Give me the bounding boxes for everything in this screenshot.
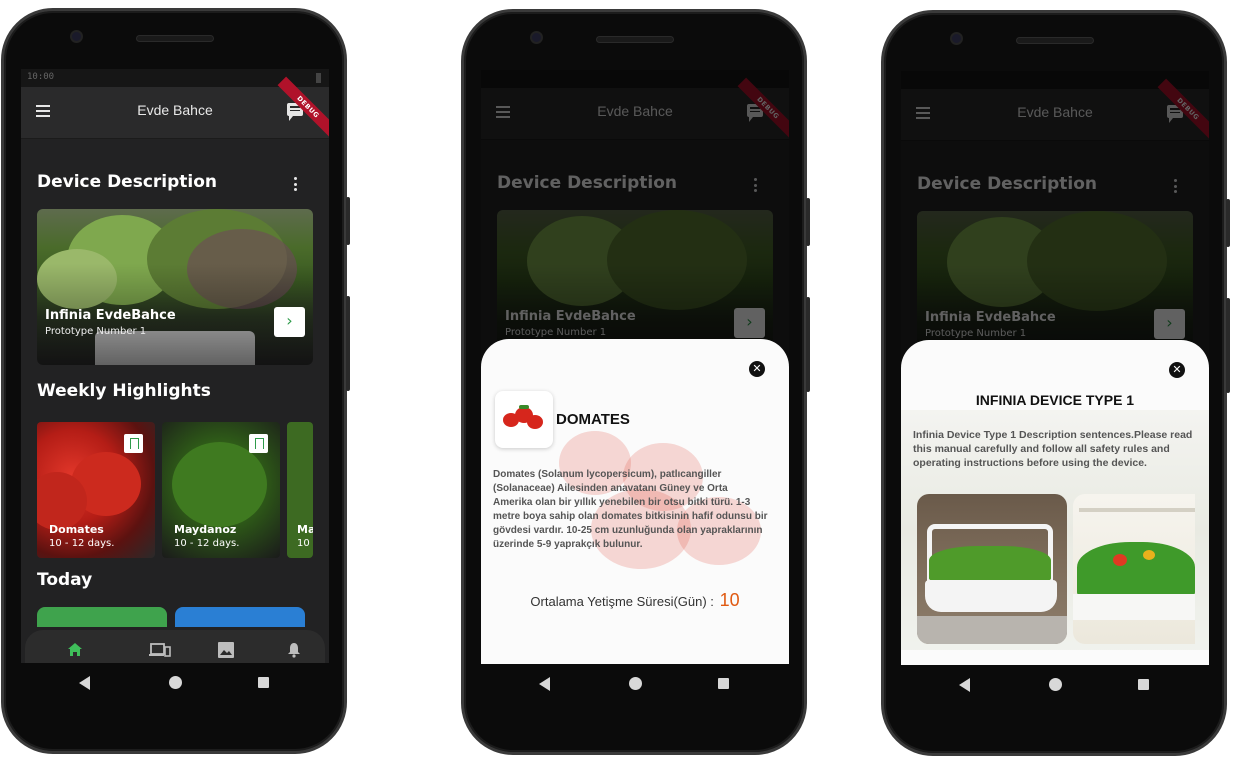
home-screen: 10:00 Evde Bahce DEBUG Device Descriptio…: [21, 69, 329, 663]
home-circle-icon[interactable]: [1049, 678, 1062, 691]
close-icon[interactable]: ✕: [1169, 362, 1185, 378]
highlight-card[interactable]: Maydanoz 10 - 12 days.: [162, 422, 280, 558]
recents-icon[interactable]: [718, 678, 729, 689]
device-description-heading: Device Description: [37, 172, 218, 192]
today-card-green[interactable]: [37, 607, 167, 627]
bookmark-icon[interactable]: [249, 434, 268, 453]
power-button: [806, 198, 810, 246]
recents-icon[interactable]: [258, 677, 269, 688]
highlight-card[interactable]: Domates 10 - 12 days.: [37, 422, 155, 558]
front-camera: [70, 30, 83, 43]
avg-growth-value: 10: [719, 590, 740, 610]
plant-title: DOMATES: [556, 411, 630, 428]
front-camera: [530, 31, 543, 44]
android-nav-bar: [901, 665, 1209, 711]
phone-device-detail: Evde Bahce DEBUG Device Description Infi…: [881, 10, 1230, 756]
tomato-thumbnail: [495, 391, 553, 448]
earpiece: [1016, 37, 1094, 44]
recents-icon[interactable]: [1138, 679, 1149, 690]
close-icon[interactable]: ✕: [749, 361, 765, 377]
front-camera: [950, 32, 963, 45]
device-type-description: Infinia Device Type 1 Description senten…: [913, 429, 1193, 469]
avg-growth-row: Ortalama Yetişme Süresi(Gün) : 10: [481, 590, 789, 611]
device-photo[interactable]: [917, 494, 1067, 644]
status-time: 10:00: [27, 72, 55, 82]
highlight-name: Maydanoz: [174, 523, 237, 536]
phone-home: 10:00 Evde Bahce DEBUG Device Descriptio…: [1, 8, 350, 754]
power-button: [1226, 199, 1230, 247]
weekly-highlights-heading: Weekly Highlights: [37, 381, 211, 401]
highlight-card[interactable]: Ma 10: [287, 422, 313, 558]
app-bar: Evde Bahce DEBUG: [21, 76, 329, 139]
plant-detail-screen: Evde Bahce DEBUG Device Description Infi…: [481, 70, 789, 664]
earpiece: [136, 35, 214, 42]
device-name: Infinia EvdeBahce: [45, 308, 176, 323]
device-hero-card[interactable]: Infinia EvdeBahce Prototype Number 1 ›: [37, 209, 313, 365]
volume-button: [1226, 298, 1230, 393]
battery-icon: [316, 73, 321, 83]
back-icon[interactable]: [79, 676, 90, 690]
hero-shade: [37, 209, 313, 365]
highlight-name: Ma: [297, 523, 313, 536]
app-title: Evde Bahce: [137, 102, 213, 118]
home-circle-icon[interactable]: [169, 676, 182, 689]
highlight-days: 10 - 12 days.: [174, 538, 240, 549]
highlight-days: 10: [297, 538, 310, 549]
home-icon[interactable]: [67, 642, 83, 663]
volume-button: [346, 296, 350, 391]
device-detail-screen: Evde Bahce DEBUG Device Description Infi…: [901, 71, 1209, 665]
android-nav-bar: [21, 663, 329, 709]
bottom-navigation: [25, 630, 325, 663]
image-icon[interactable]: [218, 642, 234, 662]
highlight-name: Domates: [49, 523, 104, 536]
bookmark-icon[interactable]: [124, 434, 143, 453]
device-photo[interactable]: [1073, 494, 1195, 644]
device-type-title: INFINIA DEVICE TYPE 1: [975, 392, 1135, 408]
today-heading: Today: [37, 570, 93, 590]
device-subtitle: Prototype Number 1: [45, 326, 147, 337]
home-circle-icon[interactable]: [629, 677, 642, 690]
android-nav-bar: [481, 664, 789, 710]
more-options-icon[interactable]: [294, 177, 297, 194]
bell-icon[interactable]: [287, 642, 301, 662]
parsley-shape: [172, 442, 267, 527]
plant-bottom-sheet: ✕ DOMATES Domates (Solanum lycopersicum)…: [481, 339, 789, 664]
back-icon[interactable]: [539, 677, 550, 691]
avg-growth-label: Ortalama Yetişme Süresi(Gün) :: [530, 594, 714, 609]
volume-button: [806, 297, 810, 392]
chevron-right-icon[interactable]: ›: [274, 307, 305, 337]
highlight-days: 10 - 12 days.: [49, 538, 115, 549]
phone-plant-detail: Evde Bahce DEBUG Device Description Infi…: [461, 9, 810, 755]
plant-description: Domates (Solanum lycopersicum), patlıcan…: [493, 469, 768, 550]
device-bottom-sheet: ✕ INFINIA DEVICE TYPE 1 Infinia Device T…: [901, 340, 1209, 665]
power-button: [346, 197, 350, 245]
earpiece: [596, 36, 674, 43]
back-icon[interactable]: [959, 678, 970, 692]
today-card-blue[interactable]: [175, 607, 305, 627]
devices-icon[interactable]: [149, 642, 171, 662]
